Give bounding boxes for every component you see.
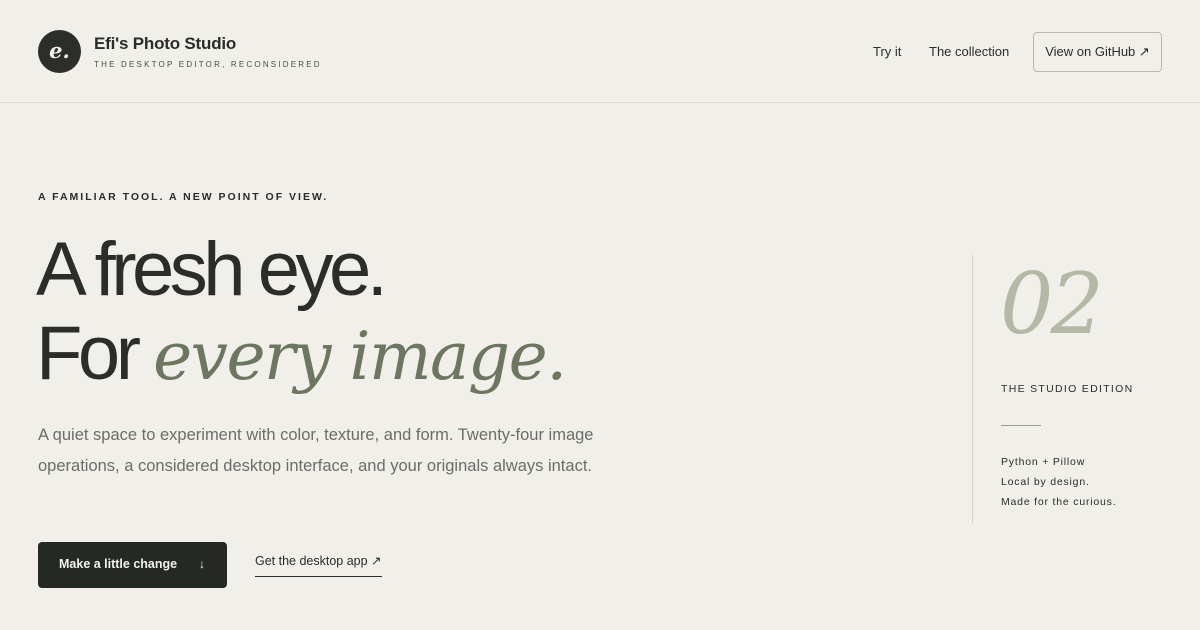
nav-link-try-it[interactable]: Try it — [873, 44, 901, 59]
hero-eyebrow: A FAMILIAR TOOL. A NEW POINT OF VIEW. — [38, 191, 329, 203]
brand-logo[interactable]: e. — [38, 30, 81, 73]
headline-plain-word: For — [36, 311, 141, 396]
edition-note: Python + Pillow — [1001, 456, 1086, 468]
edition-note: Local by design. — [1001, 476, 1090, 488]
edition-divider — [972, 255, 973, 523]
edition-number: 02 — [1000, 255, 1104, 353]
brand-name[interactable]: Efi's Photo Studio — [94, 34, 236, 54]
nav-link-collection[interactable]: The collection — [929, 44, 1009, 59]
headline-line-2: For every image. — [36, 316, 567, 395]
arrow-down-icon: ↓ — [199, 557, 205, 571]
edition-title: THE STUDIO EDITION — [1001, 383, 1134, 395]
make-a-change-button[interactable]: Make a little change ↓ — [38, 542, 227, 588]
headline-line-1: A fresh eye. — [36, 227, 388, 312]
site-header: e. Efi's Photo Studio THE DESKTOP EDITOR… — [0, 0, 1200, 103]
github-button[interactable]: View on GitHub ↗ — [1033, 32, 1162, 72]
get-desktop-app-link[interactable]: Get the desktop app ↗ — [255, 553, 382, 577]
edition-rule — [1001, 425, 1041, 426]
headline-accent-text: every image. — [153, 318, 567, 395]
hero-description: A quiet space to experiment with color, … — [38, 426, 594, 475]
make-a-change-label: Make a little change — [59, 557, 178, 571]
brand-tagline: THE DESKTOP EDITOR, RECONSIDERED — [94, 60, 322, 69]
edition-note: Made for the curious. — [1001, 496, 1117, 508]
